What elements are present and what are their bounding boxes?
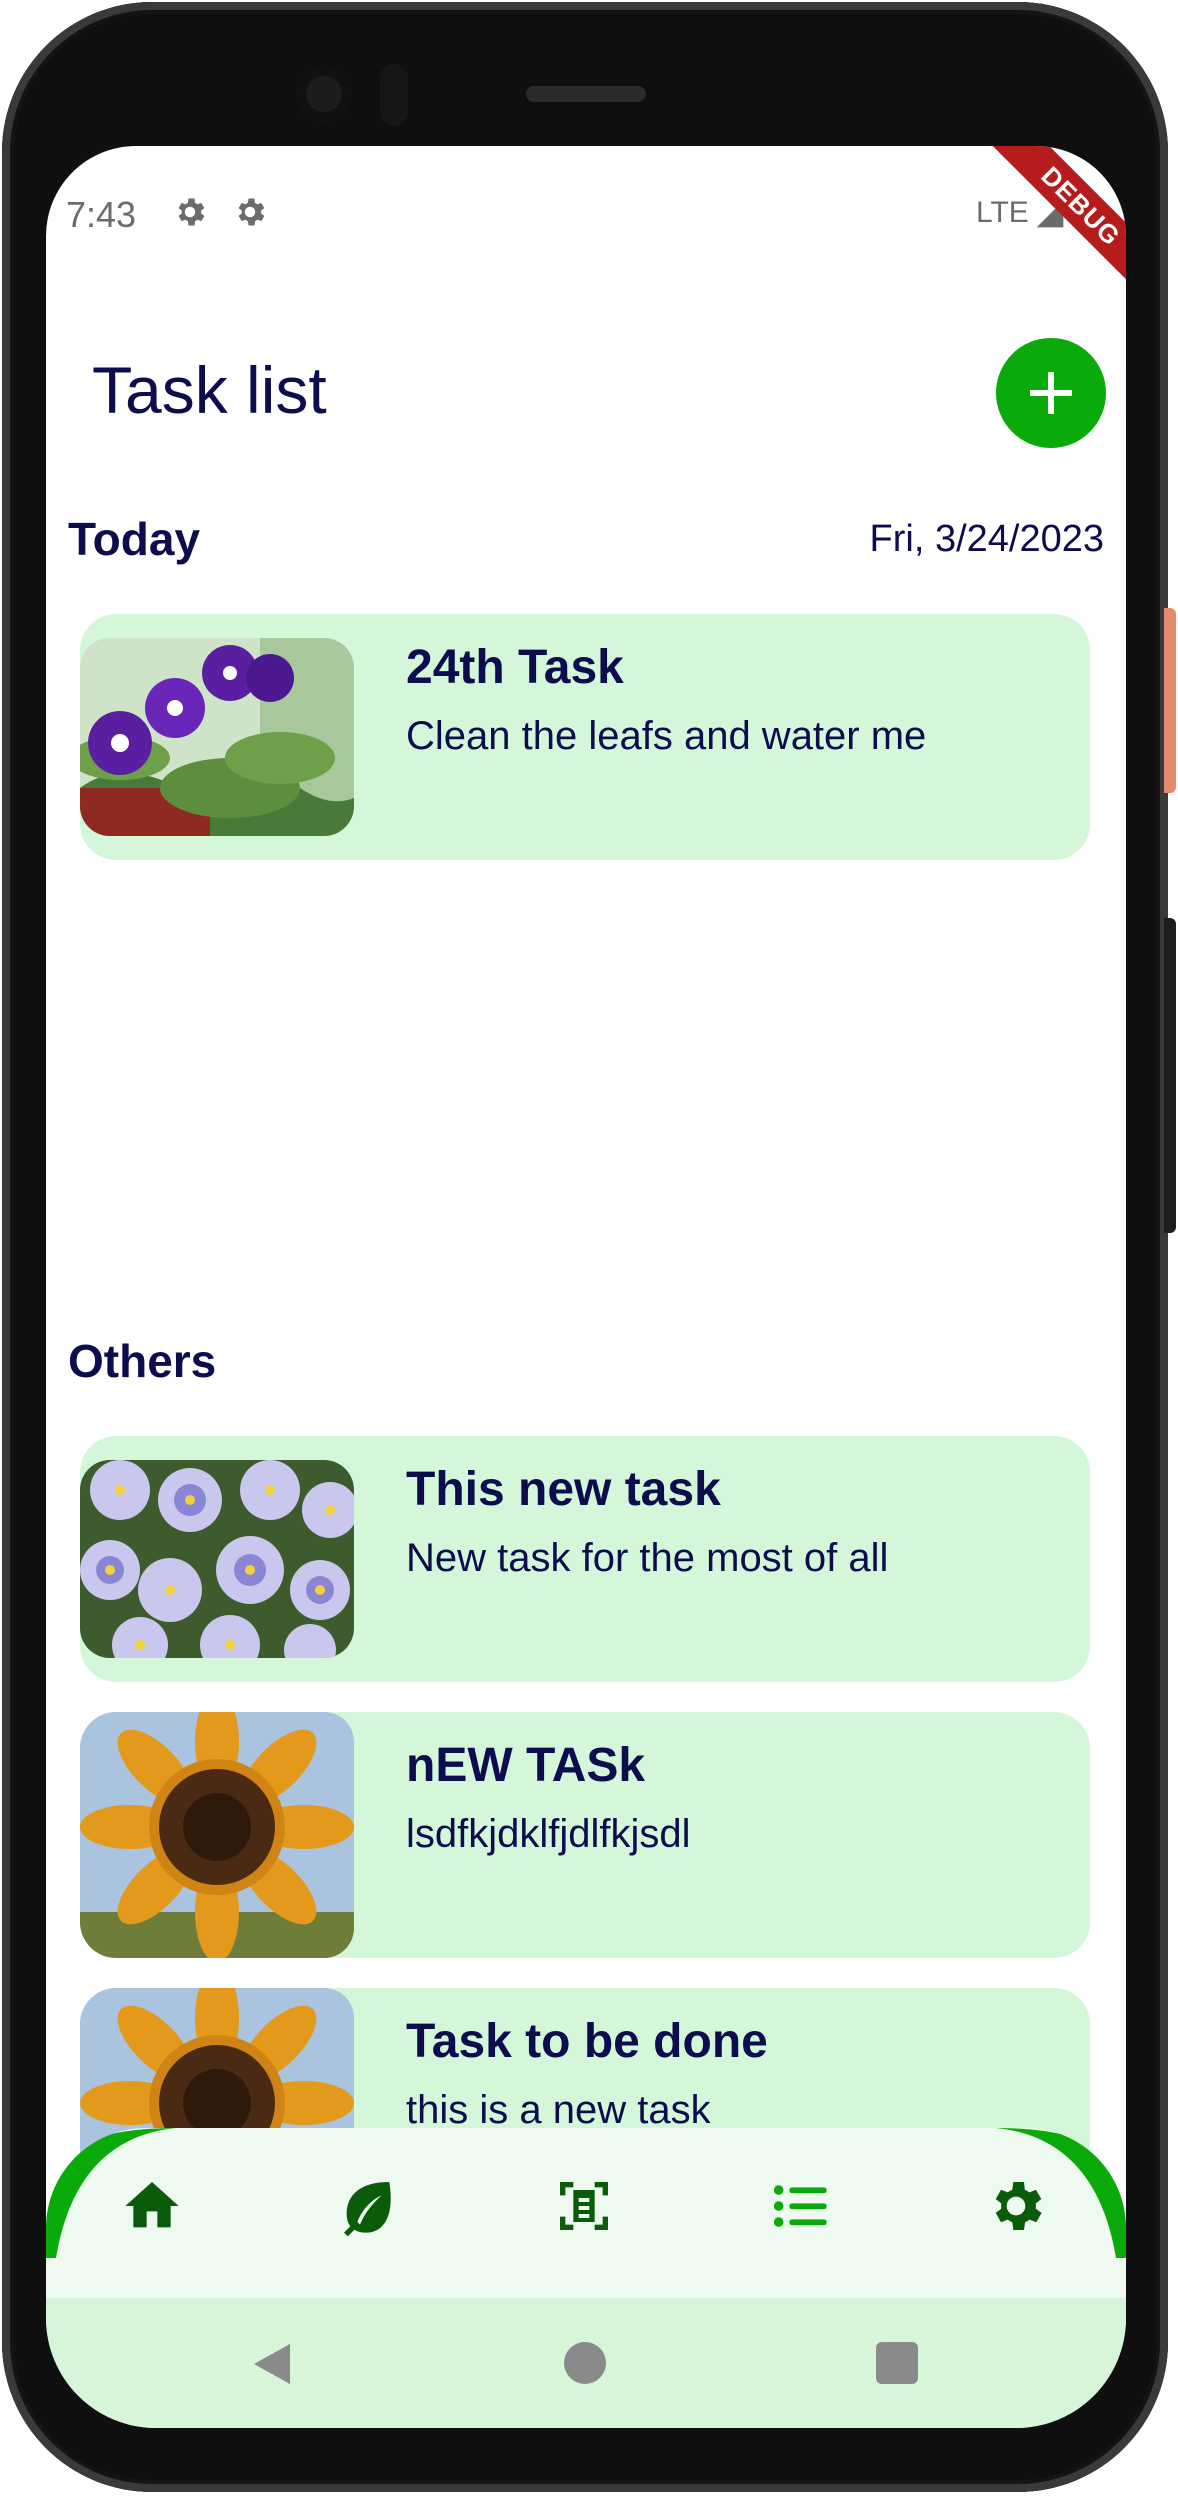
task-description: this is a new task — [406, 2088, 711, 2132]
front-camera — [296, 66, 352, 122]
task-card[interactable]: nEW TASk lsdfkjdklfjdlfkjsdl — [80, 1712, 1090, 1958]
task-description: New task for the most of all — [406, 1536, 889, 1580]
home-icon[interactable] — [120, 2174, 184, 2238]
task-description: lsdfkjdklfjdlfkjsdl — [406, 1812, 691, 1856]
home-button[interactable] — [564, 2342, 606, 2384]
task-image-violet — [80, 638, 354, 836]
task-image-pansy — [80, 1460, 354, 1658]
system-navigation-bar — [46, 2298, 1126, 2428]
settings-icon[interactable] — [984, 2174, 1048, 2238]
add-task-button[interactable] — [996, 338, 1106, 448]
power-button — [1164, 608, 1176, 793]
plus-icon — [1030, 372, 1072, 414]
task-description: Clean the leafs and water me — [406, 714, 927, 758]
task-title: This new task — [406, 1463, 721, 1516]
earpiece-speaker — [526, 86, 646, 102]
back-icon[interactable] — [250, 2342, 292, 2386]
gear-icon — [178, 198, 205, 226]
proximity-sensor — [380, 64, 408, 126]
page-title: Task list — [92, 353, 327, 427]
leaf-icon[interactable] — [336, 2174, 400, 2238]
volume-button — [1164, 918, 1176, 1233]
gear-icon — [238, 198, 265, 226]
task-card[interactable]: 24th Task Clean the leafs and water me — [80, 614, 1090, 860]
status-time: 7:43 — [66, 194, 137, 235]
scan-document-icon[interactable] — [552, 2174, 616, 2238]
list-icon[interactable] — [768, 2174, 832, 2238]
task-title: Task to be done — [406, 2015, 768, 2068]
task-title: nEW TASk — [406, 1739, 646, 1792]
network-type: LTE — [976, 196, 1029, 229]
recents-button[interactable] — [876, 2342, 918, 2384]
section-title-others: Others — [68, 1335, 217, 1387]
today-date: Fri, 3/24/2023 — [869, 518, 1104, 560]
section-title-today: Today — [68, 513, 201, 565]
task-image-sunflower — [80, 1712, 354, 1958]
task-title: 24th Task — [406, 641, 624, 694]
task-card[interactable]: This new task New task for the most of a… — [80, 1436, 1090, 1682]
bottom-navigation — [46, 2128, 1126, 2298]
app-screen: 7:43 LTE DEBUG Task list Today Fri, 3/24… — [46, 146, 1126, 2428]
